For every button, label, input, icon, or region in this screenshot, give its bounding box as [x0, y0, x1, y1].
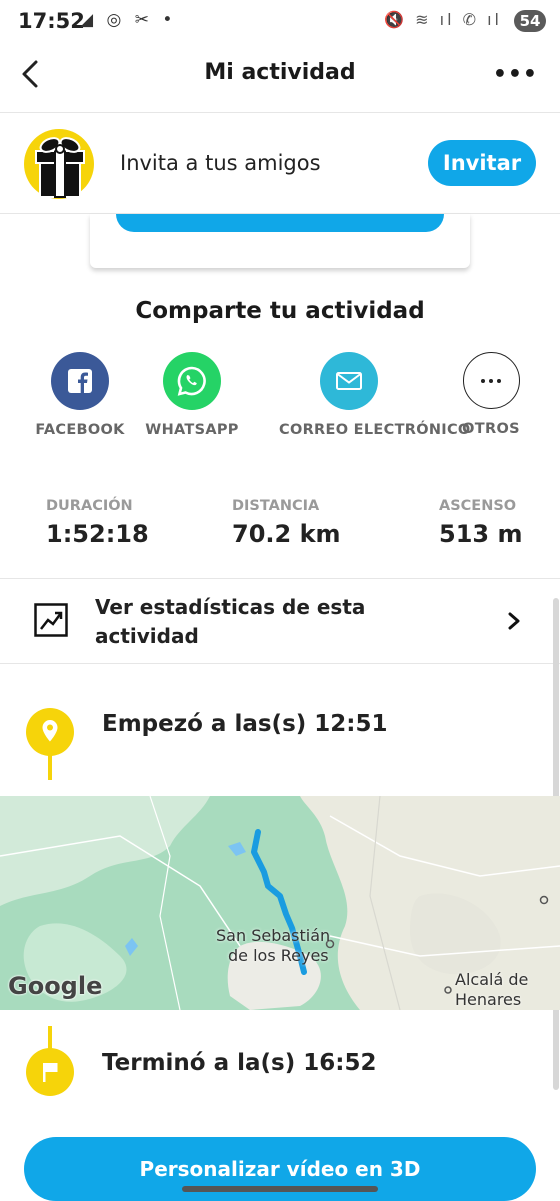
stat-value: 1:52:18: [46, 520, 149, 548]
stat-value: 70.2 km: [232, 520, 341, 548]
map-label-alcala: Alcalá de Henares: [455, 970, 528, 1010]
stat-ascent: ASCENSO 513 m: [439, 498, 522, 548]
invite-text: Invita a tus amigos: [120, 151, 321, 175]
page-title: Mi actividad: [204, 60, 356, 85]
stat-distance: DISTANCIA 70.2 km: [232, 498, 341, 548]
finish-flag-icon: [26, 1048, 74, 1096]
stat-label: ASCENSO: [439, 498, 517, 514]
more-icon: [462, 352, 520, 409]
share-email-button[interactable]: CORREO ELECTRÓNICO: [279, 352, 471, 438]
share-whatsapp-button[interactable]: WHATSAPP: [122, 352, 262, 438]
map-label-san-sebastian: San Sebastián de los Reyes: [216, 926, 330, 966]
gesture-nav-bar: [182, 1186, 378, 1192]
start-pin-icon: [26, 708, 74, 756]
map-label-line: Alcalá de: [455, 970, 529, 989]
view-statistics-label: Ver estadísticas de esta actividad: [95, 595, 366, 648]
facebook-icon: [51, 352, 109, 410]
map-label-line: San Sebastián: [216, 926, 331, 945]
view-statistics-link[interactable]: Ver estadísticas de esta actividad: [0, 578, 560, 664]
end-time-text: Terminó a la(s) 16:52: [102, 1050, 377, 1076]
gift-icon: [24, 129, 94, 199]
google-logo: Google: [8, 972, 103, 1000]
stat-label: DURACIÓN: [46, 498, 133, 514]
card-button-partial[interactable]: [116, 214, 444, 232]
stat-label: DISTANCIA: [232, 498, 320, 514]
invite-button[interactable]: Invitar: [428, 140, 536, 186]
system-icons: 🔇 ≋ ıl ✆ ıl: [384, 10, 502, 29]
status-time: 17:52: [18, 9, 85, 33]
notification-icons: ◢ ◎ ✂ •: [80, 10, 177, 30]
start-time-text: Empezó a las(s) 12:51: [102, 711, 388, 737]
stat-value: 513 m: [439, 520, 523, 548]
status-bar: 17:52 ◢ ◎ ✂ • 🔇 ≋ ıl ✆ ıl 54: [0, 0, 560, 40]
map-label-line: de los Reyes: [228, 946, 329, 965]
whatsapp-icon: [163, 352, 221, 410]
share-whatsapp-label: WHATSAPP: [145, 422, 239, 438]
trend-chart-icon: [34, 603, 68, 637]
invite-banner: Invita a tus amigos Invitar: [0, 113, 560, 214]
mail-icon: [320, 352, 378, 410]
battery-icon: 54: [514, 10, 546, 32]
chevron-right-icon: [504, 609, 524, 633]
share-others-label: OTROS: [462, 421, 520, 437]
stat-duration: DURACIÓN 1:52:18: [46, 498, 149, 548]
more-options-button[interactable]: •••: [493, 62, 538, 87]
share-others-button[interactable]: OTROS: [421, 352, 560, 437]
card-bottom: [90, 214, 470, 268]
share-title: Comparte tu actividad: [135, 298, 425, 324]
map-label-line: Henares: [455, 990, 522, 1009]
route-map[interactable]: San Sebastián de los Reyes Alcalá de Hen…: [0, 796, 560, 1010]
share-email-label: CORREO ELECTRÓNICO: [279, 422, 471, 438]
app-header: Mi actividad •••: [0, 40, 560, 113]
